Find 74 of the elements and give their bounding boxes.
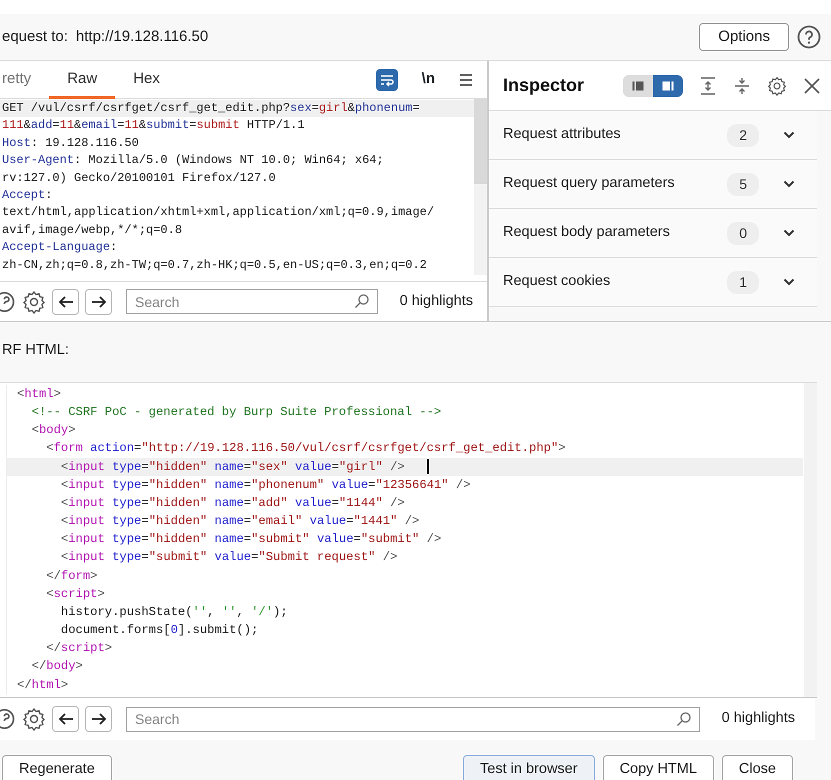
scrollbar[interactable] (474, 99, 487, 275)
arrow-left-icon (58, 712, 74, 726)
settings-icon[interactable] (22, 707, 46, 731)
code-line: <script> (6, 584, 803, 603)
code-line: Accept-Language: (1, 239, 118, 256)
code-line: User-Agent: Mozilla/5.0 (Windows NT 10.0; Win64; x64; (1, 152, 385, 170)
newline-toggle[interactable]: \n (422, 68, 435, 91)
code-line: <input type="hidden" name="submit" value="submit" /> (6, 530, 803, 548)
expand-all-icon[interactable] (699, 76, 717, 96)
code-line: 111&add=11&email=11&submit=submit HTTP/1.1 (1, 117, 306, 134)
panel-left-icon (632, 80, 644, 90)
arrow-right-icon (90, 294, 106, 308)
editor-tab[interactable]: Hex (115, 60, 178, 100)
code-line: </form> (6, 566, 803, 585)
highlight-count: 0 highlights (400, 292, 473, 311)
code-line: history.pushState('', '', '/'); (6, 602, 803, 622)
options-button[interactable]: Options (699, 22, 789, 52)
search-icon (676, 710, 692, 726)
section-title: Request body parameters (503, 223, 670, 242)
search-icon (354, 293, 370, 309)
code-line: document.forms[0].submit(); (6, 621, 803, 640)
dialog-button[interactable]: Copy HTML (602, 755, 714, 780)
section-title: Request query parameters (503, 174, 675, 194)
help-icon[interactable] (0, 290, 16, 312)
panel-right-icon (662, 80, 674, 90)
code-line: </body> (6, 657, 803, 676)
layout-toggle[interactable] (653, 74, 683, 96)
dialog-button[interactable]: Regenerate (2, 755, 112, 780)
close-icon[interactable] (803, 76, 821, 94)
section-title: Request cookies (503, 272, 610, 292)
count-pill: 1 (727, 270, 759, 294)
help-icon[interactable] (0, 708, 16, 730)
settings-icon[interactable] (767, 76, 787, 96)
code-line: avif,image/webp,*/*;q=0.8 (1, 222, 184, 239)
code-line: <input type="hidden" name="phonenum" value="12356641" /> (6, 476, 803, 494)
code-line: <body> (6, 421, 803, 440)
code-line: </script> (6, 639, 803, 658)
count-pill: 2 (727, 124, 759, 146)
previous-match-button[interactable] (52, 706, 79, 732)
target-url: http://19.128.116.50 (76, 26, 208, 47)
arrow-left-icon (58, 294, 74, 308)
count-pill: 0 (727, 222, 759, 244)
next-match-button[interactable] (85, 706, 112, 732)
code-line: rv:127.0) Gecko/20100101 Firefox/127.0 (1, 170, 277, 187)
code-line: <input type="hidden" name="add" value="1144" /> (6, 494, 803, 512)
editor-tab[interactable]: retty (0, 60, 50, 100)
section-title: Request attributes (503, 125, 621, 144)
scrollbar[interactable] (804, 383, 817, 697)
code-line: Accept: (1, 187, 54, 204)
search-field[interactable]: Search (126, 289, 378, 314)
settings-icon[interactable] (22, 290, 46, 314)
inspector-title: Inspector (503, 74, 584, 97)
search-field[interactable]: Search (126, 706, 700, 732)
collapse-all-icon[interactable] (733, 76, 751, 96)
code-line: <input type="hidden" name="email" value="1441" /> (6, 512, 803, 530)
count-pill: 5 (727, 172, 759, 196)
code-line: <!-- CSRF PoC - generated by Burp Suite Professional --> (6, 403, 803, 422)
code-line: Host: 19.128.116.50 (1, 134, 140, 152)
wrap-lines-icon[interactable] (376, 68, 398, 90)
dialog-button[interactable]: Test in browser (463, 755, 595, 780)
arrow-right-icon (90, 712, 106, 726)
dialog-button[interactable]: Close (722, 755, 793, 780)
highlight-count: 0 highlights (722, 709, 795, 728)
code-line: <input type="submit" value="Submit request" /> (6, 548, 803, 567)
section-label: RF HTML: (1, 341, 70, 360)
menu-icon[interactable] (459, 72, 473, 86)
code-line: zh-CN,zh;q=0.8,zh-TW;q=0.7,zh-HK;q=0.5,en-US;q=0.3,en;q=0.2 (1, 256, 428, 274)
code-line: </html> (6, 676, 803, 694)
code-line: <html> (6, 385, 803, 404)
next-match-button[interactable] (85, 288, 112, 314)
help-icon[interactable] (797, 25, 821, 49)
code-line: text/html,application/xhtml+xml,application/xml;q=0.9,image/ (1, 204, 436, 222)
previous-match-button[interactable] (52, 288, 79, 314)
target-label: equest to: (2, 26, 68, 47)
